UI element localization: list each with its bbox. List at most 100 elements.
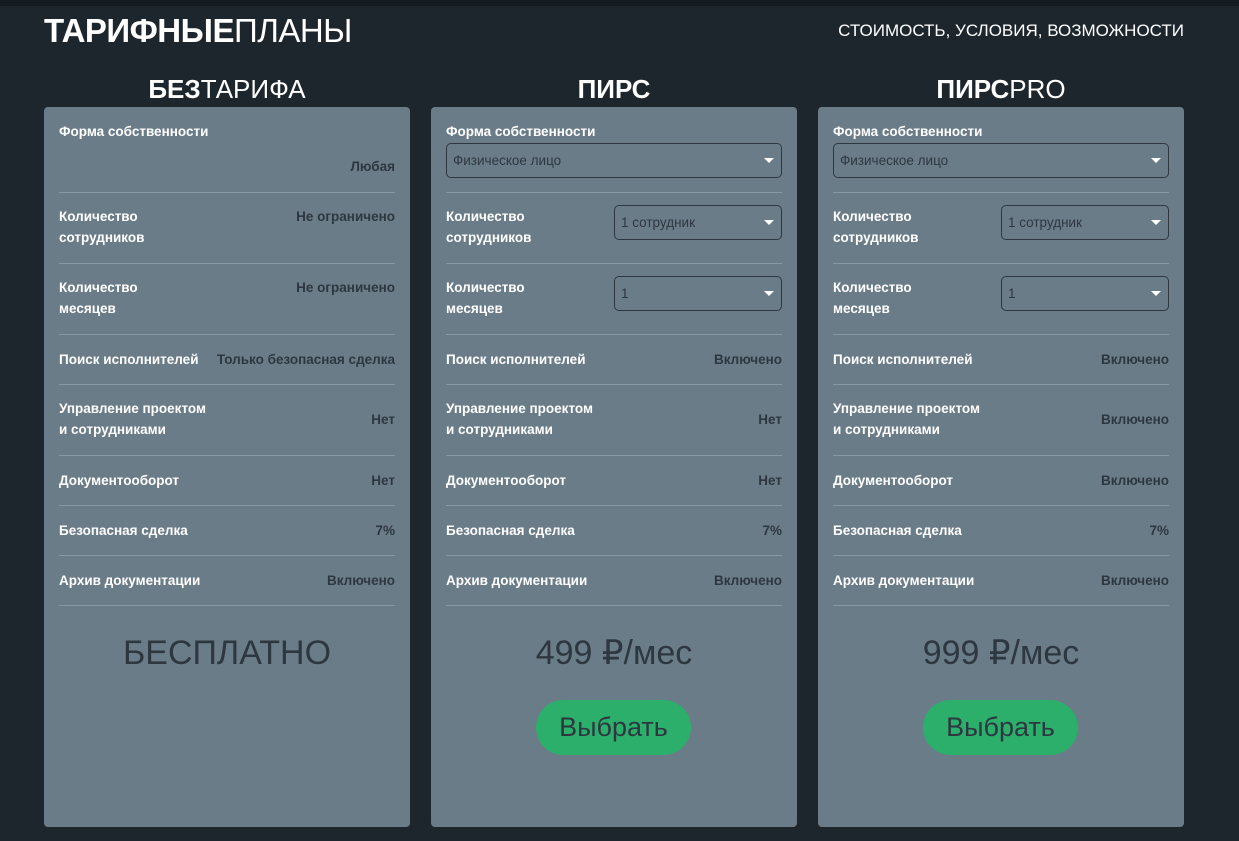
ownership-label: Форма собственности	[446, 124, 596, 139]
chevron-down-icon	[764, 158, 774, 163]
chevron-down-icon	[764, 220, 774, 225]
select-plan-button[interactable]: Выбрать	[923, 700, 1078, 755]
management-label-line1: Управление проектом	[833, 401, 980, 416]
employees-label: Количество сотрудников	[446, 206, 531, 248]
plan-card-pirs: Форма собственности Физическое лицо Коли…	[431, 107, 797, 827]
management-label-line2: и сотрудниками	[59, 422, 166, 437]
employees-label: Количество сотрудников	[833, 206, 918, 248]
months-select-value: 1	[621, 286, 629, 301]
plan-title-bold: ПИРС	[577, 74, 651, 104]
ownership-select-value: Физическое лицо	[840, 153, 949, 168]
safe-deal-value: 7%	[1149, 523, 1169, 538]
row-ownership: Форма собственности Физическое лицо	[833, 107, 1169, 193]
plan-title-light: PRO	[1009, 74, 1066, 104]
chevron-down-icon	[1151, 291, 1161, 296]
row-docflow: Документооборот Нет	[446, 456, 782, 506]
chevron-down-icon	[1151, 220, 1161, 225]
row-archive: Архив документации Включено	[59, 556, 395, 606]
management-label: Управление проектом и сотрудниками	[446, 398, 593, 440]
safe-deal-value: 7%	[762, 523, 782, 538]
employees-select[interactable]: 1 сотрудник	[614, 205, 782, 240]
plan-title-pirs: ПИРС	[431, 74, 797, 104]
search-label: Поиск исполнителей	[833, 352, 973, 367]
plan-price: БЕСПЛАТНО	[122, 634, 332, 672]
row-employees: Количество сотрудников 1 сотрудник	[833, 193, 1169, 264]
row-safe-deal: Безопасная сделка 7%	[446, 506, 782, 556]
search-value: Только безопасная сделка	[216, 352, 395, 367]
search-value: Включено	[713, 352, 782, 367]
chevron-down-icon	[1151, 158, 1161, 163]
ownership-select[interactable]: Физическое лицо	[833, 143, 1169, 178]
months-select[interactable]: 1	[614, 276, 782, 311]
row-docflow: Документооборот Нет	[59, 456, 395, 506]
management-value: Нет	[758, 412, 782, 427]
employees-label-line2: сотрудников	[59, 230, 145, 245]
select-plan-button[interactable]: Выбрать	[536, 700, 691, 755]
months-select[interactable]: 1	[1001, 276, 1169, 311]
safe-deal-value: 7%	[375, 523, 395, 538]
months-label-line2: месяцев	[833, 301, 890, 316]
docflow-value: Нет	[758, 473, 782, 488]
plan-price: 499 ₽/мес	[535, 634, 693, 672]
docflow-label: Документооборот	[446, 473, 567, 488]
search-label: Поиск исполнителей	[446, 352, 586, 367]
months-label: Количество месяцев	[446, 277, 525, 319]
page-subtitle: СТОИМОСТЬ, УСЛОВИЯ, ВОЗМОЖНОСТИ	[838, 21, 1184, 40]
ownership-label: Форма собственности	[59, 124, 209, 139]
row-search: Поиск исполнителей Только безопасная сде…	[59, 335, 395, 385]
row-months: Количество месяцев 1	[833, 264, 1169, 335]
docflow-value: Включено	[1100, 473, 1169, 488]
row-management: Управление проектом и сотрудниками Включе…	[833, 385, 1169, 456]
row-safe-deal: Безопасная сделка 7%	[59, 506, 395, 556]
plan-card-free: Форма собственности Любая Количество сотр…	[44, 107, 410, 827]
safe-deal-label: Безопасная сделка	[833, 523, 962, 538]
management-label-line1: Управление проектом	[59, 401, 206, 416]
docflow-label: Документооборот	[59, 473, 180, 488]
row-months: Количество месяцев 1	[446, 264, 782, 335]
plan-price: 999 ₽/мес	[922, 634, 1080, 672]
employees-label: Количество сотрудников	[59, 206, 144, 248]
months-label-line1: Количество	[446, 280, 525, 295]
row-management: Управление проектом и сотрудниками Нет	[59, 385, 395, 456]
top-bar	[0, 0, 1239, 6]
row-employees: Количество сотрудников 1 сотрудник	[446, 193, 782, 264]
management-label-line2: и сотрудниками	[446, 422, 553, 437]
months-value: Не ограничено	[296, 280, 395, 295]
archive-value: Включено	[713, 573, 782, 588]
row-months: Количество месяцев Не ограничено	[59, 264, 395, 335]
plan-card-pirs-pro: Форма собственности Физическое лицо Коли…	[818, 107, 1184, 827]
row-ownership: Форма собственности Любая	[59, 107, 395, 193]
row-archive: Архив документации Включено	[833, 556, 1169, 606]
months-label-line1: Количество	[59, 280, 138, 295]
months-label-line2: месяцев	[59, 301, 116, 316]
archive-label: Архив документации	[833, 573, 975, 588]
row-docflow: Документооборот Включено	[833, 456, 1169, 506]
archive-label: Архив документации	[59, 573, 201, 588]
search-label: Поиск исполнителей	[59, 352, 199, 367]
archive-label: Архив документации	[446, 573, 588, 588]
page-title: ТАРИФНЫЕПЛАНЫ	[44, 12, 352, 50]
page-title-bold: ТАРИФНЫЕ	[44, 12, 234, 49]
safe-deal-label: Безопасная сделка	[446, 523, 575, 538]
row-archive: Архив документации Включено	[446, 556, 782, 606]
row-search: Поиск исполнителей Включено	[446, 335, 782, 385]
management-value: Нет	[371, 412, 395, 427]
plan-title-free: БЕЗТАРИФА	[44, 74, 410, 104]
safe-deal-label: Безопасная сделка	[59, 523, 188, 538]
employees-label-line2: сотрудников	[833, 230, 919, 245]
row-employees: Количество сотрудников Не ограничено	[59, 193, 395, 264]
management-label: Управление проектом и сотрудниками	[59, 398, 206, 440]
ownership-select-value: Физическое лицо	[453, 153, 562, 168]
months-label: Количество месяцев	[833, 277, 912, 319]
plan-title-bold: БЕЗ	[148, 74, 201, 104]
months-label-line2: месяцев	[446, 301, 503, 316]
employees-value: Не ограничено	[296, 209, 395, 224]
ownership-select[interactable]: Физическое лицо	[446, 143, 782, 178]
management-label-line2: и сотрудниками	[833, 422, 940, 437]
employees-select-value: 1 сотрудник	[621, 215, 695, 230]
management-label-line1: Управление проектом	[446, 401, 593, 416]
employees-select[interactable]: 1 сотрудник	[1001, 205, 1169, 240]
management-label: Управление проектом и сотрудниками	[833, 398, 980, 440]
employees-select-value: 1 сотрудник	[1008, 215, 1082, 230]
docflow-label: Документооборот	[833, 473, 954, 488]
